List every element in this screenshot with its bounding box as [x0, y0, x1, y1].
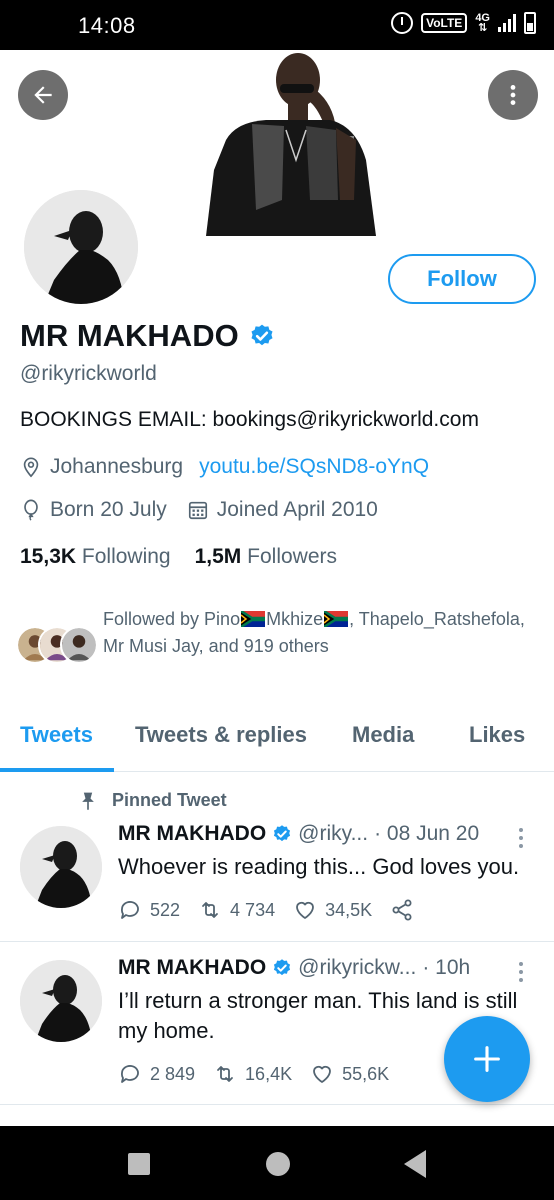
pinned-label: Pinned Tweet: [78, 790, 227, 811]
like-count: 34,5K: [325, 899, 373, 920]
system-nav-bar: [0, 1126, 554, 1200]
south-africa-flag-icon: [324, 611, 349, 627]
south-africa-flag-icon: [241, 611, 266, 627]
profile-handle: @rikyrickworld: [20, 362, 157, 385]
like-count: 55,6K: [342, 1063, 390, 1084]
balloon-icon: [24, 499, 38, 521]
compose-plus-icon: [474, 1046, 500, 1072]
followed-by-avatars: [16, 626, 98, 666]
reply-button[interactable]: 522: [118, 898, 180, 922]
network-indicator: 4G ⇅: [475, 12, 490, 34]
retweet-count: 16,4K: [245, 1063, 293, 1084]
follow-counts: 15,3K Following 1,5M Followers: [20, 545, 337, 569]
tweet-actions: 2 849 16,4K 55,6K: [118, 1062, 407, 1086]
tab-media[interactable]: Media: [352, 722, 414, 748]
banner-photo: [206, 53, 376, 236]
profile-meta-location: Johannesburg youtu.be/SQsND8-oYnQ: [20, 455, 429, 479]
tab-likes[interactable]: Likes: [469, 722, 525, 748]
alarm-icon: [391, 12, 414, 34]
status-icons: VoLTE 4G ⇅: [391, 12, 536, 34]
calendar-icon: [188, 501, 207, 520]
retweet-button[interactable]: 4 734: [198, 898, 275, 922]
more-vertical-icon: [510, 85, 516, 105]
status-time: 14:08: [78, 13, 136, 38]
tweet-author-handle: @riky...: [298, 822, 369, 845]
following-link[interactable]: 15,3K Following: [20, 545, 171, 569]
tweet-more-icon[interactable]: [516, 960, 526, 984]
tweet-header: MR MAKHADO @rikyrickw... · 10h: [118, 956, 470, 980]
profile-tabs: Tweets Tweets & replies Media Likes: [0, 712, 554, 772]
profile-name: MR MAKHADO: [20, 318, 239, 353]
retweet-button[interactable]: 16,4K: [213, 1062, 292, 1086]
following-label: Following: [81, 545, 171, 568]
joined-text: Joined April 2010: [216, 498, 378, 521]
compose-tweet-button[interactable]: [444, 1016, 530, 1102]
location-text: Johannesburg: [50, 455, 184, 478]
tweet-date: · 08 Jun 20: [374, 822, 480, 845]
follow-button[interactable]: Follow: [388, 254, 536, 304]
profile-avatar[interactable]: [20, 186, 142, 308]
recent-apps-button[interactable]: [128, 1153, 150, 1175]
reply-count: 2 849: [150, 1063, 196, 1084]
followers-label: Followers: [247, 545, 337, 568]
profile-name-row: MR MAKHADO: [20, 318, 275, 354]
followers-count: 1,5M: [194, 545, 242, 568]
verified-badge-icon: [251, 324, 273, 346]
website-link[interactable]: youtu.be/SQsND8-oYnQ: [199, 455, 429, 479]
status-bar: 14:08 VoLTE 4G ⇅: [0, 0, 554, 50]
retweet-icon: [202, 902, 218, 918]
system-back-button[interactable]: [404, 1150, 426, 1178]
reply-count: 522: [150, 899, 181, 920]
tweet-author-name[interactable]: MR MAKHADO: [118, 822, 266, 846]
following-count: 15,3K: [20, 545, 77, 568]
like-button[interactable]: 55,6K: [310, 1062, 389, 1086]
tweet-more-icon[interactable]: [516, 826, 526, 850]
birthday-text: Born 20 July: [50, 498, 167, 521]
tweet-text: Whoever is reading this... God loves you…: [118, 854, 520, 879]
tweet-author-name[interactable]: MR MAKHADO: [118, 956, 266, 980]
profile-bio: BOOKINGS EMAIL: bookings@rikyrickworld.c…: [20, 408, 479, 431]
tweet-actions: 522 4 734 34,5K: [118, 898, 432, 922]
retweet-count: 4 734: [230, 899, 276, 920]
location-pin-icon: [23, 457, 39, 478]
tweet-pinned[interactable]: Pinned Tweet MR MAKHADO @riky... · 08 Ju…: [0, 772, 554, 942]
like-icon: [296, 901, 314, 919]
back-arrow-icon: [34, 86, 52, 104]
share-button[interactable]: [390, 898, 414, 922]
reply-button[interactable]: 2 849: [118, 1062, 195, 1086]
followers-link[interactable]: 1,5M Followers: [195, 545, 337, 569]
home-button[interactable]: [266, 1152, 290, 1176]
like-button[interactable]: 34,5K: [293, 898, 372, 922]
tab-tweets[interactable]: Tweets: [20, 722, 93, 748]
follower-avatar: [60, 626, 98, 664]
share-icon: [392, 899, 412, 921]
tweet-avatar[interactable]: [20, 826, 102, 908]
like-icon: [313, 1065, 331, 1083]
more-options-button[interactable]: [488, 70, 538, 120]
signal-icon: [498, 14, 516, 32]
retweet-icon: [217, 1066, 233, 1082]
tweet-header: MR MAKHADO @riky... · 08 Jun 20: [118, 822, 479, 846]
tab-tweets-replies[interactable]: Tweets & replies: [135, 722, 307, 748]
reply-icon: [120, 901, 139, 919]
pin-icon: [82, 792, 94, 810]
followed-by-text: Followed by Pino Mkhize, Thapelo_Ratshefo…: [103, 609, 525, 656]
verified-badge-icon: [274, 959, 291, 976]
avatar: [24, 190, 138, 304]
verified-badge-icon: [274, 825, 291, 842]
volte-indicator: VoLTE: [421, 13, 468, 33]
tweet-author-handle: @rikyrickw...: [298, 956, 417, 979]
battery-icon: [524, 12, 536, 34]
profile-meta-dates: Born 20 July Joined April 2010: [20, 498, 378, 522]
tweet-avatar[interactable]: [20, 960, 102, 1042]
back-button[interactable]: [18, 70, 68, 120]
tweet-date: · 10h: [422, 956, 471, 979]
reply-icon: [120, 1065, 139, 1083]
